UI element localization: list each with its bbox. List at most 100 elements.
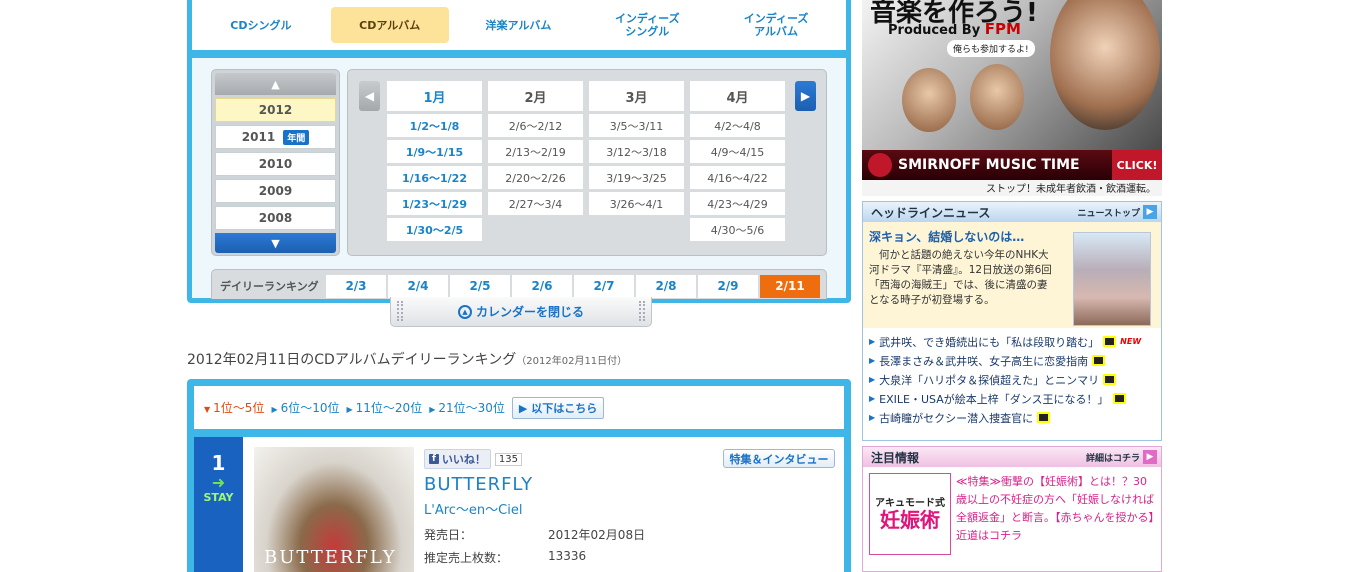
daily-day-tab[interactable]: 2/5 <box>450 274 510 298</box>
daily-day-tab[interactable]: 2/4 <box>388 274 448 298</box>
news-top-link[interactable]: ニューストップ ▶ <box>1077 205 1157 219</box>
year-item[interactable]: 2012 <box>215 98 336 122</box>
month-next-button[interactable]: ▶ <box>795 81 816 111</box>
year-item[interactable]: 2010 <box>215 152 336 176</box>
smirnoff-ad-banner[interactable]: 音楽を作ろう! Produced By FPM 俺らも参加するよ! SMIRNO… <box>862 0 1162 196</box>
notice-detail-link[interactable]: 詳細はコチラ ▶ <box>1086 450 1157 464</box>
week-link[interactable]: 4/16〜4/22 <box>690 166 785 189</box>
daily-day-tab[interactable]: 2/7 <box>574 274 634 298</box>
week-link[interactable]: 1/9〜1/15 <box>387 140 482 163</box>
news-top-link-label: ニューストップ <box>1077 208 1140 219</box>
year-item[interactable]: 2009 <box>215 179 336 203</box>
below-button[interactable]: ▶ 以下はこちら <box>511 396 605 419</box>
news-item-text[interactable]: EXILE・USAが絵本上梓「ダンス王になる！」 <box>879 391 1108 407</box>
artist-name[interactable]: L'Arc〜en〜Ciel <box>424 499 522 518</box>
week-link[interactable]: 3/12〜3/18 <box>589 140 684 163</box>
camera-icon <box>1103 374 1117 385</box>
below-button-label: 以下はこちら <box>531 401 598 415</box>
ad-brand-text: SMIRNOFF MUSIC TIME <box>898 157 1080 173</box>
daily-day-tab[interactable]: 2/3 <box>326 274 386 298</box>
month-header[interactable]: 2月 <box>488 81 583 111</box>
ad-click-button[interactable]: CLICK! <box>1112 150 1162 180</box>
range-11-20[interactable]: ▶ 11位〜20位 <box>347 399 423 416</box>
week-link[interactable]: 1/2〜1/8 <box>387 114 482 137</box>
month-header[interactable]: 4月 <box>690 81 785 111</box>
week-link[interactable]: 1/16〜1/22 <box>387 166 482 189</box>
news-feature-title[interactable]: 深キョン、結婚しないのは… <box>869 228 1024 245</box>
calendar-area: ▲ 2012 2011 年間 2010 2009 2008 ▼ ◀ ▶ 1月 1/2… <box>192 58 846 299</box>
tab-indies-album[interactable]: インディーズ アルバム <box>717 7 835 43</box>
year-up-button[interactable]: ▲ <box>215 73 336 95</box>
week-link[interactable]: 4/9〜4/15 <box>690 140 785 163</box>
year-label: 2010 <box>258 157 293 171</box>
news-list: ▶ 武井咲、でき婚続出にも「私は段取り踏む」 NEW ▶ 長澤まさみ＆武井咲、女子高生に… <box>863 328 1161 431</box>
week-link[interactable]: 2/27〜3/4 <box>488 192 583 215</box>
month-prev-button[interactable]: ◀ <box>359 81 380 111</box>
year-item[interactable]: 2008 <box>215 206 336 230</box>
tab-cd-single[interactable]: CDシングル <box>202 7 320 43</box>
daily-day-tab[interactable]: 2/8 <box>636 274 696 298</box>
month-header[interactable]: 3月 <box>589 81 684 111</box>
bullet-icon: ▶ <box>869 337 876 346</box>
daily-day-tab[interactable]: 2/9 <box>698 274 758 298</box>
like-label: いいね！ <box>441 453 486 466</box>
week-link[interactable]: 1/30〜2/5 <box>387 218 482 241</box>
week-link[interactable]: 2/6〜2/12 <box>488 114 583 137</box>
news-feature-photo[interactable] <box>1073 232 1151 326</box>
news-item[interactable]: ▶ 古崎瞳がセクシー潜入捜査官に <box>869 408 1155 427</box>
annual-badge[interactable]: 年間 <box>283 129 310 145</box>
notice-img-top: アキュモード式 <box>875 498 945 509</box>
week-link[interactable]: 2/20〜2/26 <box>488 166 583 189</box>
arrow-right-icon: ▶ <box>800 89 811 103</box>
news-item[interactable]: ▶ EXILE・USAが絵本上梓「ダンス王になる！」 <box>869 389 1155 408</box>
arrow-left-icon: ◀ <box>364 89 375 103</box>
notice-ad-image[interactable]: アキュモード式 妊娠術 <box>869 473 951 555</box>
week-link[interactable]: 4/2〜4/8 <box>690 114 785 137</box>
year-item[interactable]: 2011 年間 <box>215 125 336 149</box>
news-item-text[interactable]: 長澤まさみ＆武井咲、女子高生に恋愛指南 <box>879 353 1088 369</box>
bullet-icon: ▶ <box>869 375 876 384</box>
news-item[interactable]: ▶ 長澤まさみ＆武井咲、女子高生に恋愛指南 <box>869 351 1155 370</box>
week-link[interactable]: 4/30〜5/6 <box>690 218 785 241</box>
feature-interview-button[interactable]: 特集＆インタビュー <box>723 449 835 468</box>
camera-icon <box>1092 355 1106 366</box>
rank-range-nav: ▼ 1位〜5位 ▶ 6位〜10位 ▶ 11位〜20位 ▶ 21位〜30位 ▶ 以下はこち… <box>194 386 844 429</box>
news-item[interactable]: ▶ 武井咲、でき婚続出にも「私は段取り踏む」 NEW <box>869 332 1155 351</box>
news-item-text[interactable]: 武井咲、でき婚続出にも「私は段取り踏む」 <box>879 334 1099 350</box>
album-jacket-image[interactable]: BUTTERFLY <box>254 447 414 572</box>
week-link[interactable]: 3/19〜3/25 <box>589 166 684 189</box>
notice-header-title: 注目情報 <box>871 450 920 465</box>
range-1-5[interactable]: ▼ 1位〜5位 <box>204 399 264 416</box>
like-button[interactable]: f いいね！ <box>424 449 491 469</box>
sales-row: 推定売上枚数： 13336 <box>424 549 586 566</box>
calendar-panel: CDシングル CDアルバム 洋楽アルバム インディーズ シングル インディーズ … <box>187 0 851 303</box>
week-link[interactable]: 3/5〜3/11 <box>589 114 684 137</box>
tab-indies-single[interactable]: インディーズ シングル <box>588 7 706 43</box>
news-header: ヘッドラインニュース ニューストップ ▶ <box>863 202 1161 222</box>
daily-day-tab[interactable]: 2/11 <box>760 274 820 298</box>
week-link[interactable]: 3/26〜4/1 <box>589 192 684 215</box>
release-date-row: 発売日： 2012年02月08日 <box>424 526 645 543</box>
tab-western-album[interactable]: 洋楽アルバム <box>460 7 578 43</box>
range-21-30[interactable]: ▶ 21位〜30位 <box>429 399 505 416</box>
news-item-text[interactable]: 大泉洋「ハリポタ＆探偵超えた」とニンマリ <box>879 372 1099 388</box>
news-item[interactable]: ▶ 大泉洋「ハリポタ＆探偵超えた」とニンマリ <box>869 370 1155 389</box>
tab-cd-album[interactable]: CDアルバム <box>330 7 449 43</box>
album-title[interactable]: BUTTERFLY <box>424 474 533 495</box>
week-link[interactable]: 4/23〜4/29 <box>690 192 785 215</box>
news-item-text[interactable]: 古崎瞳がセクシー潜入捜査官に <box>879 410 1033 426</box>
news-feature[interactable]: 深キョン、結婚しないのは… 何かと話題の絶えない今年のNHK大河ドラマ『平清盛』… <box>863 222 1161 328</box>
month-header[interactable]: 1月 <box>387 81 482 111</box>
new-badge: NEW <box>1120 337 1142 346</box>
close-calendar-button[interactable]: ▲ カレンダーを閉じる <box>390 297 652 327</box>
triangle-down-icon: ▼ <box>204 405 211 414</box>
arrow-up-icon: ▲ <box>271 77 280 91</box>
year-label: 2011 <box>241 130 276 144</box>
notice-text[interactable]: ≪特集≫衝撃の【妊娠術】とは！？30歳以上の不妊症の方へ「妊娠しなければ全額返金… <box>956 473 1156 545</box>
week-link[interactable]: 2/13〜2/19 <box>488 140 583 163</box>
daily-day-tab[interactable]: 2/6 <box>512 274 572 298</box>
week-link[interactable]: 1/23〜1/29 <box>387 192 482 215</box>
year-down-button[interactable]: ▼ <box>215 233 336 253</box>
range-6-10[interactable]: ▶ 6位〜10位 <box>271 399 339 416</box>
ad-produced-label: Produced By <box>888 23 981 38</box>
